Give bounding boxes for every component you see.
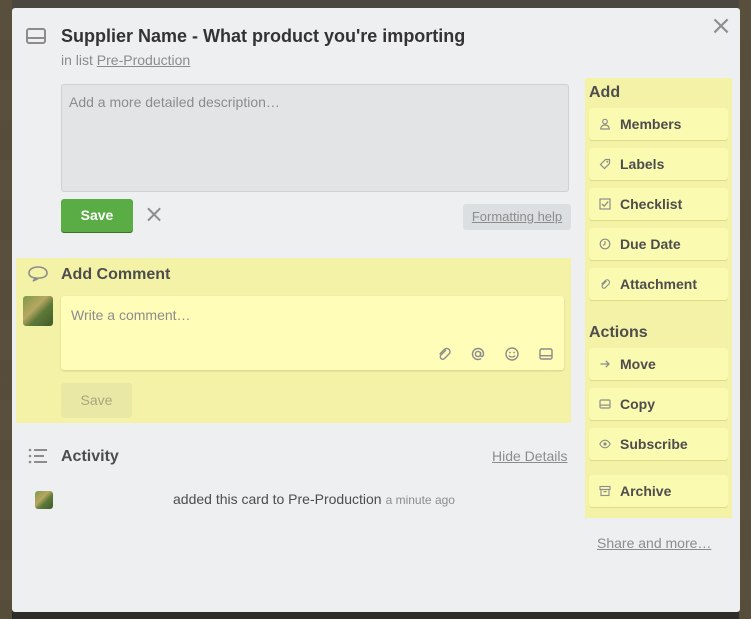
card-title[interactable]: Supplier Name - What product you're impo…: [61, 26, 465, 47]
activity-list-icon: [28, 448, 47, 464]
hide-details-link[interactable]: Hide Details: [492, 448, 567, 464]
due-date-button[interactable]: Due Date: [589, 228, 728, 260]
due-date-label: Due Date: [620, 236, 681, 252]
mention-icon[interactable]: [470, 346, 486, 362]
list-name-link[interactable]: Pre-Production: [97, 52, 190, 68]
in-list-prefix: in list: [61, 52, 93, 68]
tag-icon: [599, 158, 611, 170]
attachment-button[interactable]: Attachment: [589, 268, 728, 300]
members-button[interactable]: Members: [589, 108, 728, 140]
activity-text: added this card to Pre-Production a minut…: [173, 491, 455, 507]
description-input[interactable]: Add a more detailed description…: [61, 84, 569, 192]
archive-label: Archive: [620, 483, 672, 499]
description-save-button[interactable]: Save: [61, 199, 133, 232]
sidebar: Add Members Labels Checklist Due Date At…: [585, 78, 732, 518]
move-label: Move: [620, 356, 656, 372]
clock-icon: [599, 238, 611, 250]
close-icon[interactable]: ×: [710, 13, 732, 39]
members-label: Members: [620, 116, 682, 132]
close-icon[interactable]: ×: [144, 202, 164, 226]
archive-button[interactable]: Archive: [589, 475, 728, 507]
attachment-label: Attachment: [620, 276, 698, 292]
card-icon: [26, 28, 46, 44]
share-and-more-link[interactable]: Share and more…: [597, 535, 711, 551]
eye-icon: [599, 439, 611, 449]
activity-timestamp[interactable]: a minute ago: [386, 493, 455, 507]
paperclip-icon: [601, 279, 611, 289]
copy-label: Copy: [620, 396, 655, 412]
activity-heading: Activity: [61, 448, 119, 465]
checklist-button[interactable]: Checklist: [589, 188, 728, 220]
comment-toolbar: [436, 346, 554, 362]
checkbox-icon: [599, 198, 611, 210]
attachment-icon[interactable]: [436, 346, 452, 362]
card-icon[interactable]: [538, 346, 554, 362]
emoji-icon[interactable]: [504, 346, 520, 362]
subscribe-label: Subscribe: [620, 436, 688, 452]
card-detail-modal: × Supplier Name - What product you're im…: [12, 8, 740, 612]
copy-button[interactable]: Copy: [589, 388, 728, 420]
labels-label: Labels: [620, 156, 665, 172]
checklist-label: Checklist: [620, 196, 683, 212]
formatting-help-button[interactable]: Formatting help: [463, 204, 571, 230]
move-button[interactable]: Move: [589, 348, 728, 380]
arrow-right-icon: [600, 360, 610, 368]
activity-item: added this card to Pre-Production a minut…: [35, 491, 555, 513]
comment-save-button[interactable]: Save: [61, 383, 132, 418]
person-icon: [600, 118, 610, 130]
in-list-line: in list Pre-Production: [61, 52, 190, 68]
labels-button[interactable]: Labels: [589, 148, 728, 180]
add-comment-section: Add Comment Write a comment… Save: [16, 258, 571, 423]
avatar[interactable]: [23, 296, 53, 326]
add-heading: Add: [589, 84, 621, 101]
activity-description: added this card to Pre-Production: [173, 491, 382, 507]
actions-heading: Actions: [589, 324, 648, 341]
subscribe-button[interactable]: Subscribe: [589, 428, 728, 460]
avatar[interactable]: [35, 491, 53, 509]
add-comment-heading: Add Comment: [61, 266, 171, 283]
archive-icon: [599, 485, 611, 497]
comment-input[interactable]: Write a comment…: [61, 296, 564, 370]
comment-placeholder: Write a comment…: [71, 307, 191, 323]
speech-bubble-icon: [28, 266, 48, 282]
card-icon: [599, 399, 611, 409]
